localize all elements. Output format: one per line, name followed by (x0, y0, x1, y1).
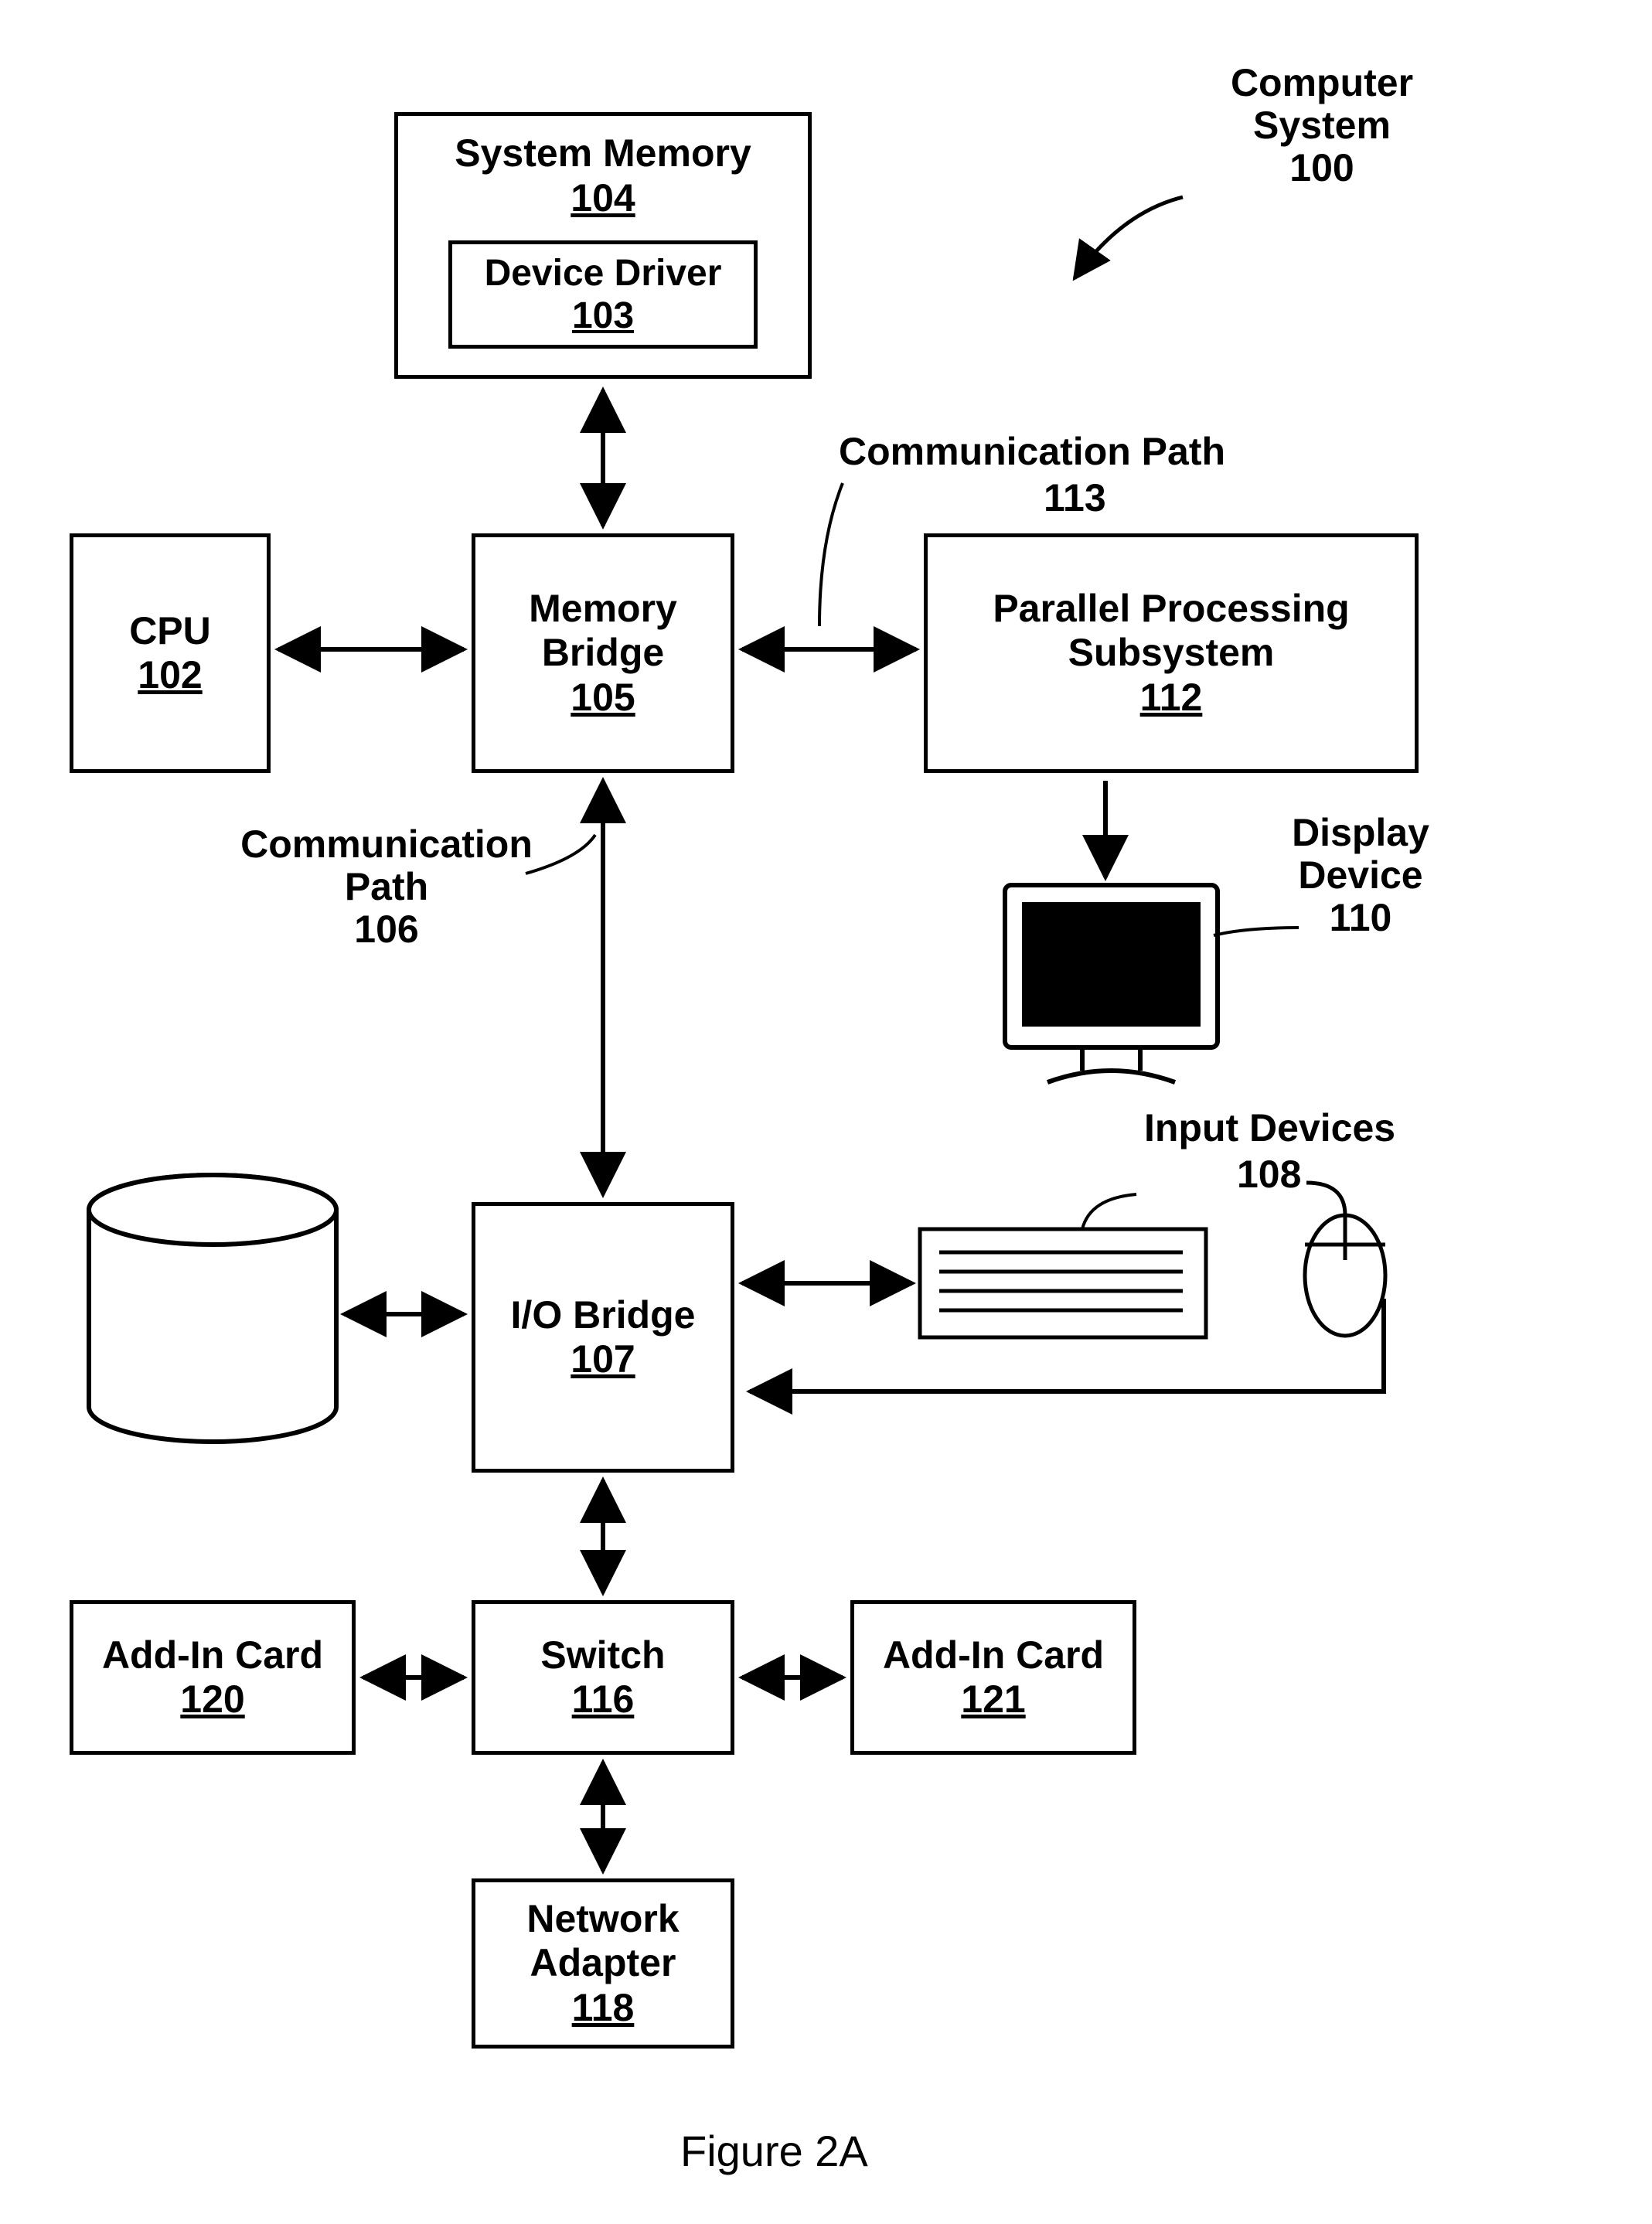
addin-right-label: Add-In Card (883, 1633, 1104, 1678)
switch-box: Switch 116 (472, 1600, 734, 1755)
title-pointer (1075, 197, 1183, 278)
system-disk-num: 114 (186, 1348, 248, 1391)
net-adapter-num: 118 (572, 1986, 635, 2031)
addin-left-num: 120 (180, 1677, 244, 1722)
arrow-mouse-iobridge (750, 1299, 1384, 1391)
pps-line1: Parallel Processing (993, 587, 1349, 632)
comm-path-113-num: 113 (1044, 475, 1106, 520)
title-label: Computer System 100 (1160, 62, 1484, 189)
cpu-box: CPU 102 (70, 533, 271, 773)
connectors-overlay (0, 0, 1652, 2224)
addin-left-label: Add-In Card (102, 1633, 323, 1678)
leader-commpath-113 (819, 483, 843, 626)
net-adapter-line2: Adapter (530, 1941, 676, 1986)
addin-right-box: Add-In Card 121 (850, 1600, 1136, 1755)
system-disk-label: System Disk 114 (116, 1264, 317, 1391)
display-label: Display Device 110 (1260, 812, 1461, 939)
keyboard-cable (1082, 1194, 1136, 1229)
comm-path-106-label: Communication Path 106 (224, 823, 549, 951)
pps-num: 112 (1140, 676, 1203, 720)
display-line2: Device (1298, 853, 1422, 897)
device-driver-box: Device Driver 103 (448, 240, 758, 349)
display-line1: Display (1292, 811, 1429, 854)
io-bridge-box: I/O Bridge 107 (472, 1202, 734, 1473)
memory-bridge-line1: Memory (529, 587, 677, 632)
pps-box: Parallel Processing Subsystem 112 (924, 533, 1419, 773)
switch-label: Switch (540, 1633, 665, 1678)
comm-path-106-line2: Path (345, 865, 428, 908)
cpu-label: CPU (129, 609, 211, 654)
memory-bridge-num: 105 (571, 676, 635, 720)
input-devices-num: 108 (1237, 1152, 1301, 1197)
title-line2: System (1253, 104, 1391, 147)
system-memory-label: System Memory (455, 131, 751, 175)
system-memory-box: System Memory 104 Device Driver 103 (394, 112, 812, 379)
title-num: 100 (1289, 146, 1354, 189)
keyboard-icon (920, 1229, 1206, 1337)
addin-left-box: Add-In Card 120 (70, 1600, 356, 1755)
io-bridge-label: I/O Bridge (511, 1293, 696, 1338)
pps-line2: Subsystem (1068, 631, 1275, 676)
comm-path-113-label: Communication Path (839, 429, 1225, 474)
system-memory-num: 104 (571, 176, 635, 220)
system-disk-line2: Disk (175, 1306, 257, 1349)
addin-right-num: 121 (961, 1677, 1025, 1722)
monitor-icon (1005, 885, 1218, 1082)
comm-path-106-line1: Communication (240, 823, 533, 866)
comm-path-106-num: 106 (354, 908, 418, 951)
net-adapter-box: Network Adapter 118 (472, 1878, 734, 2049)
cpu-num: 102 (138, 653, 202, 698)
memory-bridge-box: Memory Bridge 105 (472, 533, 734, 773)
figure-caption: Figure 2A (680, 2126, 868, 2176)
net-adapter-line1: Network (526, 1897, 679, 1942)
display-num: 110 (1330, 896, 1392, 939)
input-devices-label: Input Devices (1144, 1105, 1395, 1150)
switch-num: 116 (572, 1677, 635, 1722)
diagram-canvas: Computer System 100 System Memory 104 De… (0, 0, 1652, 2224)
device-driver-label: Device Driver (485, 252, 722, 295)
io-bridge-num: 107 (571, 1337, 635, 1382)
memory-bridge-line2: Bridge (542, 631, 664, 676)
mouse-icon (1305, 1183, 1385, 1336)
system-disk-line1: System (148, 1263, 285, 1306)
device-driver-num: 103 (572, 295, 634, 337)
title-line1: Computer (1231, 61, 1413, 104)
